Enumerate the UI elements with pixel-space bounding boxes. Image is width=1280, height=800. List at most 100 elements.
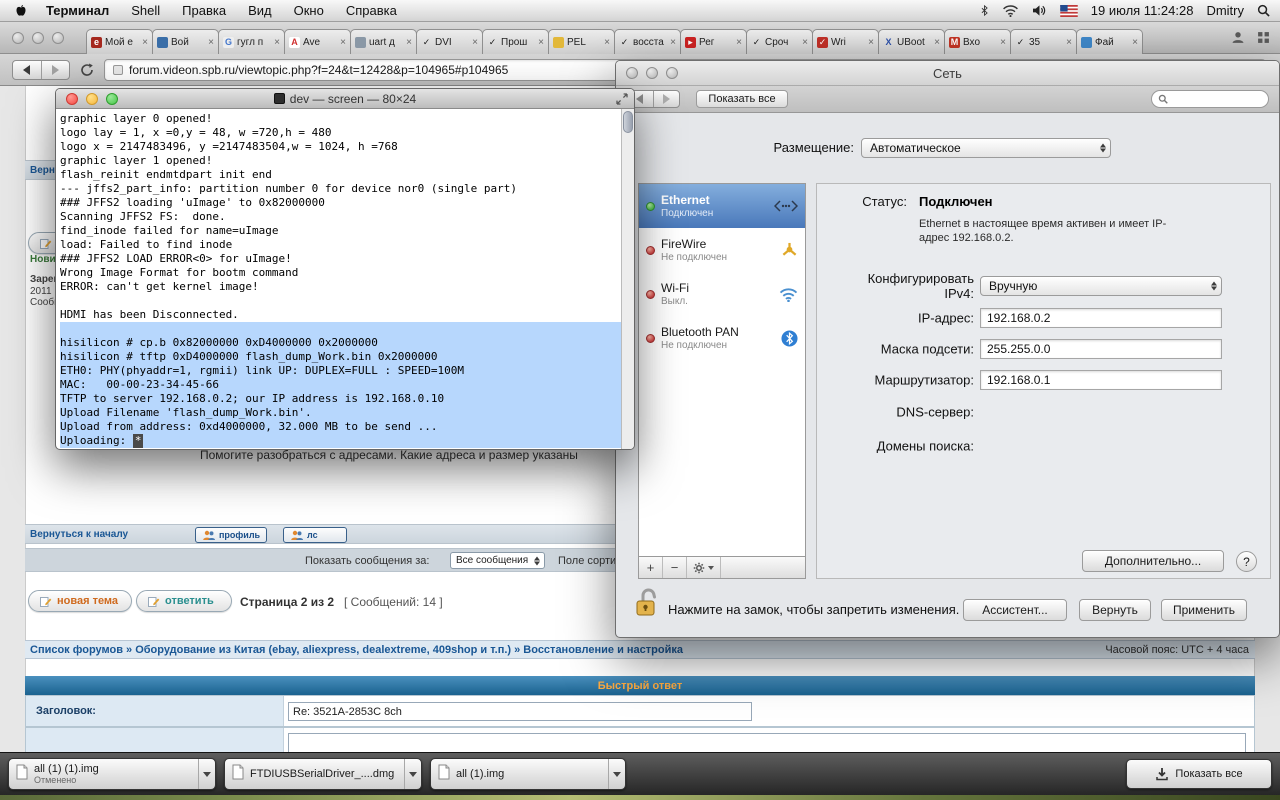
add-service-button[interactable]: + [639, 557, 663, 578]
spotlight-icon[interactable] [1257, 4, 1270, 17]
tab-close-icon[interactable]: × [868, 37, 874, 48]
reply-button[interactable]: ответить [136, 590, 232, 612]
tab-overview-grid-icon[interactable] [1257, 31, 1270, 49]
service-row-bluetooth[interactable]: Bluetooth PANНе подключен [639, 316, 805, 360]
download-item[interactable]: all (1) (1).imgОтменено [8, 758, 216, 790]
browser-tab[interactable]: Gгугл п× [218, 29, 285, 54]
tab-close-icon[interactable]: × [538, 37, 544, 48]
download-item[interactable]: all (1).img [430, 758, 626, 790]
account-person-icon[interactable] [1231, 31, 1245, 49]
subject-input[interactable]: Re: 3521A-2853C 8ch [288, 702, 752, 721]
prefs-search-field[interactable] [1151, 90, 1269, 108]
menu-item-Shell[interactable]: Shell [131, 3, 160, 18]
tab-close-icon[interactable]: × [274, 37, 280, 48]
new-topic-button[interactable]: новая тема [28, 590, 132, 612]
location-popup[interactable]: Автоматическое [861, 138, 1111, 158]
tab-close-icon[interactable]: × [208, 37, 214, 48]
browser-tab[interactable]: ✓восста× [614, 29, 681, 54]
chevron-down-icon[interactable] [608, 759, 625, 789]
chevron-down-icon[interactable] [198, 759, 215, 789]
wifi-icon[interactable] [1002, 4, 1019, 17]
download-item[interactable]: FTDIUSBSerialDriver_....dmg [224, 758, 422, 790]
service-row-wifi[interactable]: Wi-FiВыкл. [639, 272, 805, 316]
browser-tab[interactable]: ✓DVI× [416, 29, 483, 54]
tab-close-icon[interactable]: × [142, 37, 148, 48]
tab-close-icon[interactable]: × [1066, 37, 1072, 48]
menu-item-Окно[interactable]: Окно [294, 3, 324, 18]
lock-icon[interactable] [634, 587, 660, 624]
advanced-button[interactable]: Дополнительно... [1082, 550, 1224, 572]
terminal-scrollbar[interactable] [621, 109, 634, 449]
scrollbar-thumb[interactable] [623, 111, 633, 133]
show-all-button[interactable]: Показать все [696, 90, 788, 108]
tab-close-icon[interactable]: × [604, 37, 610, 48]
menubar-clock[interactable]: 19 июля 11:24:28 [1091, 3, 1194, 18]
menu-item-Справка[interactable]: Справка [346, 3, 397, 18]
browser-tab[interactable]: ✓Wri× [812, 29, 879, 54]
browser-tab[interactable]: ✓Прош× [482, 29, 549, 54]
assistant-button[interactable]: Ассистент... [963, 599, 1067, 621]
browser-tab[interactable]: ✓35× [1010, 29, 1077, 54]
field-input[interactable]: 192.168.0.2 [980, 308, 1222, 328]
private-message-button[interactable]: лс [283, 527, 347, 543]
service-actions-button[interactable] [687, 557, 721, 578]
show-posts-select[interactable]: Все сообщения [450, 552, 545, 569]
tab-close-icon[interactable]: × [340, 37, 346, 48]
browser-tab[interactable]: MВхо× [944, 29, 1011, 54]
field-input[interactable]: 192.168.0.1 [980, 370, 1222, 390]
close-button[interactable] [12, 32, 24, 44]
browser-tab[interactable]: ▸Рег× [680, 29, 747, 54]
menu-item-Вид[interactable]: Вид [248, 3, 272, 18]
field-input[interactable]: 255.255.0.0 [980, 339, 1222, 359]
zoom-button[interactable] [106, 93, 118, 105]
minimize-button[interactable] [32, 32, 44, 44]
browser-tab[interactable]: uart д× [350, 29, 417, 54]
tab-close-icon[interactable]: × [736, 37, 742, 48]
breadcrumb[interactable]: Список форумов » Оборудование из Китая (… [30, 644, 683, 656]
resize-icon[interactable] [616, 93, 628, 105]
message-textarea[interactable] [288, 733, 1246, 752]
tab-close-icon[interactable]: × [1132, 37, 1138, 48]
browser-tab[interactable]: XUBoot× [878, 29, 945, 54]
downloads-show-all-button[interactable]: Показать все [1126, 759, 1272, 789]
browser-tab[interactable]: ✓Сроч× [746, 29, 813, 54]
chevron-down-icon[interactable] [404, 759, 421, 789]
minimize-button[interactable] [86, 93, 98, 105]
zoom-button[interactable] [52, 32, 64, 44]
back-to-top-link[interactable]: Вернуться к началу [30, 529, 128, 540]
apple-menu[interactable] [14, 3, 28, 19]
tab-close-icon[interactable]: × [802, 37, 808, 48]
input-language-flag-icon[interactable] [1060, 5, 1078, 17]
menubar-user[interactable]: Dmitry [1206, 3, 1244, 18]
remove-service-button[interactable]: − [663, 557, 687, 578]
volume-icon[interactable] [1032, 4, 1047, 17]
apply-button[interactable]: Применить [1161, 599, 1247, 621]
field-popup[interactable]: Вручную [980, 276, 1222, 296]
browser-tab[interactable]: Вой× [152, 29, 219, 54]
terminal-output[interactable]: graphic layer 0 opened!logo lay = 1, x =… [56, 109, 621, 449]
forward-button[interactable] [42, 61, 70, 79]
app-menu-terminal[interactable]: Терминал [46, 3, 109, 18]
tab-close-icon[interactable]: × [472, 37, 478, 48]
network-titlebar[interactable]: Сеть [616, 61, 1279, 86]
browser-tab[interactable]: eМой е× [86, 29, 153, 54]
bluetooth-icon[interactable] [980, 3, 989, 18]
browser-tab[interactable]: PEL× [548, 29, 615, 54]
browser-tab[interactable]: AAve× [284, 29, 351, 54]
menu-item-Правка[interactable]: Правка [182, 3, 226, 18]
tab-close-icon[interactable]: × [934, 37, 940, 48]
service-row-firewire[interactable]: FireWireНе подключен [639, 228, 805, 272]
tab-close-icon[interactable]: × [406, 37, 412, 48]
profile-button[interactable]: профиль [195, 527, 267, 543]
reload-button[interactable] [80, 63, 94, 77]
prefs-forward-button[interactable] [654, 91, 680, 107]
browser-tab[interactable]: Фай× [1076, 29, 1143, 54]
close-button[interactable] [66, 93, 78, 105]
help-button[interactable]: ? [1236, 551, 1257, 572]
tab-close-icon[interactable]: × [670, 37, 676, 48]
browser-tabbar[interactable]: eМой е×Вой×Gгугл п×AAve×uart д×✓DVI×✓Про… [0, 22, 1280, 54]
revert-button[interactable]: Вернуть [1079, 599, 1151, 621]
tab-close-icon[interactable]: × [1000, 37, 1006, 48]
service-row-ethernet[interactable]: EthernetПодключен [639, 184, 805, 228]
back-button[interactable] [13, 61, 41, 79]
